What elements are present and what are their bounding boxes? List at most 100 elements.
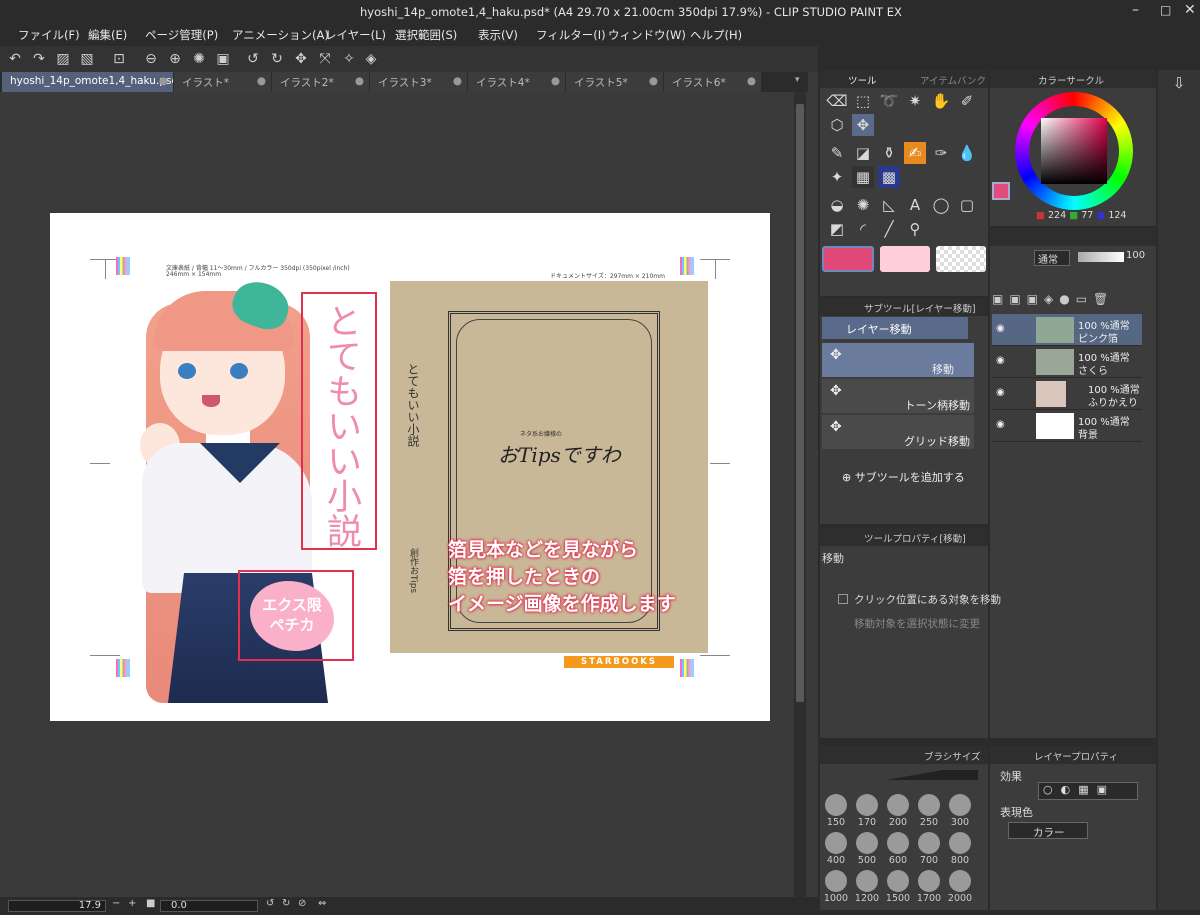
zoom-in-icon[interactable]: ⊕ [166, 50, 184, 68]
import-icon[interactable]: ⇩ [1168, 72, 1190, 94]
scrollbar-thumb[interactable] [796, 104, 804, 702]
search-icon[interactable]: ⚲ [904, 218, 926, 240]
gradient-icon[interactable]: ▩ [878, 166, 900, 188]
brush-size-1700[interactable]: 1700 [915, 870, 943, 906]
tab-close-icon[interactable]: ● [747, 75, 756, 87]
brush-size-600[interactable]: 600 [884, 832, 912, 868]
canvas-paper[interactable]: 文庫表紙 / 背幅 11～30mm / フルカラー 350dpi (350pix… [50, 213, 770, 721]
flip-icon[interactable]: ⇔ [318, 898, 326, 909]
figure-icon[interactable]: ◺ [878, 194, 900, 216]
add-subtool-button[interactable]: ⊕ サブツールを追加する [842, 469, 965, 485]
zoom-minus-button[interactable]: − [112, 898, 120, 909]
menu-file[interactable]: ファイル(F) [18, 27, 80, 43]
subtool-item-move[interactable]: ✥ 移動 [822, 343, 974, 377]
sub-color-swatch[interactable] [880, 246, 930, 272]
reset-rotation-icon[interactable]: ⊘ [298, 898, 306, 909]
balloon-icon[interactable]: ◯ [930, 194, 952, 216]
menu-selection[interactable]: 選択範囲(S) [395, 27, 457, 43]
tab-illust4[interactable]: イラスト4* ● [468, 72, 566, 92]
decoration-icon[interactable]: ✦ [826, 166, 848, 188]
crop-icon[interactable]: ⊡ [110, 50, 128, 68]
tab-close-icon[interactable]: ● [257, 75, 266, 87]
airbrush-icon[interactable]: ✑ [930, 142, 952, 164]
opacity-slider[interactable] [1078, 252, 1124, 262]
brush-size-300[interactable]: 300 [946, 794, 974, 830]
brush-size-200[interactable]: 200 [884, 794, 912, 830]
layer-row[interactable]: ◉ 100 %通常 背景 [992, 410, 1142, 442]
layer-tools-row[interactable]: ▣▣▣◈●▭🗑 [992, 292, 1152, 306]
close-button[interactable]: ✕ [1184, 2, 1196, 18]
tabs-dropdown-icon[interactable]: ▾ [795, 75, 800, 85]
tab-tool[interactable]: ツール [848, 73, 877, 87]
brush-size-700[interactable]: 700 [915, 832, 943, 868]
brush-size-1000[interactable]: 1000 [822, 870, 850, 906]
menu-window[interactable]: ウィンドウ(W) [608, 27, 686, 43]
eye-icon[interactable]: ◉ [996, 323, 1005, 334]
redo-icon[interactable]: ↷ [30, 50, 48, 68]
rotate-left-icon[interactable]: ↺ [244, 50, 262, 68]
brush-size-250[interactable]: 250 [915, 794, 943, 830]
color-panel-title[interactable]: カラーサークル [1038, 73, 1104, 87]
current-color[interactable] [992, 182, 1010, 200]
menu-page[interactable]: ページ管理(P) [145, 27, 218, 43]
move-icon[interactable]: ✥ [292, 50, 310, 68]
rotate-left-icon[interactable]: ↺ [266, 898, 274, 909]
eraser-tool-icon[interactable]: ◪ [852, 142, 874, 164]
tab-close-icon[interactable]: ● [551, 75, 560, 87]
fill-icon[interactable]: ◒ [826, 194, 848, 216]
tab-illust[interactable]: イラスト* ● [174, 72, 272, 92]
brush-size-150[interactable]: 150 [822, 794, 850, 830]
transparent-swatch[interactable] [936, 246, 986, 272]
tab-document[interactable]: hyoshi_14p_omote1,4_haku.psd* ● [2, 72, 174, 92]
ink-fill-icon[interactable]: ✺ [852, 194, 874, 216]
tab-illust3[interactable]: イラスト3* ● [370, 72, 468, 92]
pattern-icon[interactable]: ▦ [852, 166, 874, 188]
zoom-out-icon[interactable]: ⊖ [142, 50, 160, 68]
zoom-plus-button[interactable]: + [128, 898, 136, 909]
layer-row[interactable]: ◉ 100 %通常 ピンク箔 [992, 314, 1142, 346]
fit-button[interactable]: ■ [146, 898, 155, 909]
transform-icon[interactable]: ⤧ [316, 50, 334, 68]
curve-icon[interactable]: ◜ [852, 218, 874, 240]
hand-icon[interactable]: ✋ [930, 90, 952, 112]
subtool-item-tone[interactable]: ✥ トーン柄移動 [822, 379, 974, 413]
brush-size-title[interactable]: ブラシサイズ [924, 749, 981, 763]
brush-size-1500[interactable]: 1500 [884, 870, 912, 906]
menu-help[interactable]: ヘルプ(H) [690, 27, 742, 43]
actual-size-icon[interactable]: ▣ [214, 50, 232, 68]
gradient-tool-icon[interactable]: ◩ [826, 218, 848, 240]
lasso-icon[interactable]: ➰ [878, 90, 900, 112]
magic-wand-icon[interactable]: ✷ [904, 90, 926, 112]
layer-row[interactable]: ◉ 100 %通常 さくら [992, 346, 1142, 378]
move-layer-icon[interactable]: ✥ [852, 114, 874, 136]
marquee-icon[interactable]: ⬚ [852, 90, 874, 112]
tab-item-bank[interactable]: アイテムバンク [920, 73, 986, 87]
brush-size-170[interactable]: 170 [853, 794, 881, 830]
brush-size-2000[interactable]: 2000 [946, 870, 974, 906]
color-square[interactable] [1041, 118, 1107, 184]
ruler-icon[interactable]: ╱ [878, 218, 900, 240]
subtool-item-grid[interactable]: ✥ グリッド移動 [822, 415, 974, 449]
text-icon[interactable]: A [904, 194, 926, 216]
menu-view[interactable]: 表示(V) [478, 27, 518, 43]
eyedropper-icon[interactable]: ✐ [956, 90, 978, 112]
tab-illust6[interactable]: イラスト6* ● [664, 72, 762, 92]
undo-icon[interactable]: ↶ [6, 50, 24, 68]
eye-icon[interactable]: ◉ [996, 355, 1005, 366]
subtool-group-header[interactable]: レイヤー移動 [822, 317, 968, 339]
tab-close-icon[interactable]: ● [453, 75, 462, 87]
magic-icon[interactable]: ✧ [340, 50, 358, 68]
blend-icon[interactable]: 💧 [956, 142, 978, 164]
eye-icon[interactable]: ◉ [996, 387, 1005, 398]
brush-icon[interactable]: ✍ [904, 142, 926, 164]
rotate-right-icon[interactable]: ↻ [268, 50, 286, 68]
eye-icon[interactable]: ◉ [996, 419, 1005, 430]
tab-close-icon[interactable]: ● [649, 75, 658, 87]
ink-icon[interactable]: ⚱ [878, 142, 900, 164]
layer-row[interactable]: ◉ 100 %通常 ふりかえり [992, 378, 1142, 410]
effect-buttons[interactable]: ○◐▦▣ [1038, 782, 1138, 800]
vertical-scrollbar[interactable] [794, 92, 806, 897]
brush-size-slider[interactable] [828, 770, 978, 780]
pen-icon[interactable]: ✎ [826, 142, 848, 164]
brush-size-1200[interactable]: 1200 [853, 870, 881, 906]
